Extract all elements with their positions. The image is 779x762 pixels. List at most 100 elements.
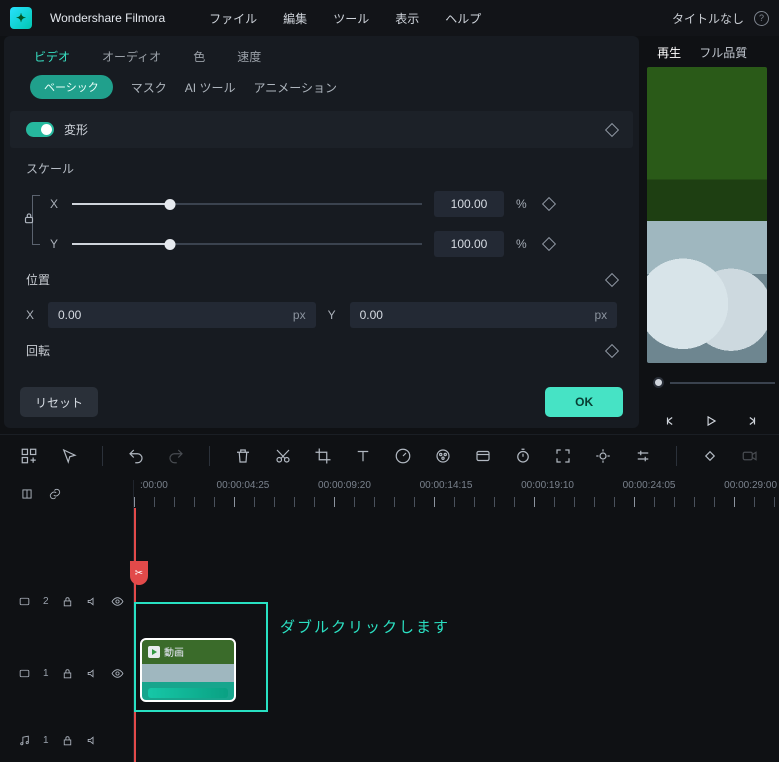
cut-icon[interactable] xyxy=(274,447,292,465)
ruler-t3: 00:00:14:15 xyxy=(420,480,473,491)
ok-button[interactable]: OK xyxy=(545,387,623,417)
ruler-t0: :00:00 xyxy=(140,480,168,491)
expand-icon[interactable] xyxy=(554,447,572,465)
lock-icon[interactable] xyxy=(61,667,74,680)
pos-x-value: 0.00 xyxy=(58,308,81,322)
px-unit: px xyxy=(595,308,608,322)
hint-text: ダブルクリックします xyxy=(280,616,450,637)
preview-tab-quality[interactable]: フル品質 xyxy=(699,44,747,61)
transform-label: 変形 xyxy=(64,121,88,138)
app-logo-icon: ✦ xyxy=(10,7,32,29)
next-frame-icon[interactable] xyxy=(744,414,758,428)
keyframe-toolbar-icon[interactable] xyxy=(701,447,719,465)
reset-button[interactable]: リセット xyxy=(20,387,98,417)
app-name: Wondershare Filmora xyxy=(50,11,165,25)
subtab-animation[interactable]: アニメーション xyxy=(253,79,337,96)
aspect-lock[interactable] xyxy=(26,191,40,249)
chroma-icon[interactable] xyxy=(594,447,612,465)
scale-y-slider[interactable] xyxy=(72,237,422,251)
ruler-t1: 00:00:04:25 xyxy=(217,480,270,491)
section-transform[interactable]: 変形 xyxy=(10,111,633,148)
track-body-a1[interactable] xyxy=(134,718,779,762)
keyframe-icon[interactable] xyxy=(542,197,556,211)
track-index: 2 xyxy=(43,596,49,607)
menu-edit[interactable]: 編集 xyxy=(283,10,307,27)
record-icon[interactable] xyxy=(741,447,759,465)
eye-icon[interactable] xyxy=(111,595,124,608)
transform-toggle[interactable] xyxy=(26,122,54,137)
subtab-mask[interactable]: マスク xyxy=(131,79,167,96)
tab-video[interactable]: ビデオ xyxy=(34,48,70,65)
mute-icon[interactable] xyxy=(86,595,99,608)
preview-video[interactable] xyxy=(647,67,767,363)
preview-tab-play[interactable]: 再生 xyxy=(657,44,681,61)
pos-y-input[interactable]: 0.00 px xyxy=(350,302,618,328)
tab-speed[interactable]: 速度 xyxy=(237,48,261,65)
track-head-v2[interactable]: 2 xyxy=(0,574,134,628)
clip-play-icon xyxy=(148,646,160,658)
timer-icon[interactable] xyxy=(514,447,532,465)
tab-color[interactable]: 色 xyxy=(193,48,205,65)
timeline-ruler[interactable]: :00:00 00:00:04:25 00:00:09:20 00:00:14:… xyxy=(134,480,779,508)
lock-icon[interactable] xyxy=(61,595,74,608)
link-icon[interactable] xyxy=(48,487,62,501)
keyframe-icon[interactable] xyxy=(605,122,619,136)
crop-icon[interactable] xyxy=(314,447,332,465)
delete-icon[interactable] xyxy=(234,447,252,465)
eye-icon[interactable] xyxy=(111,667,124,680)
menu-help[interactable]: ヘルプ xyxy=(445,10,481,27)
track-index: 1 xyxy=(43,735,49,746)
track-body-v2[interactable] xyxy=(134,574,779,628)
help-icon[interactable]: ? xyxy=(754,11,769,26)
pos-y-value: 0.00 xyxy=(360,308,383,322)
keyframe-icon[interactable] xyxy=(605,343,619,357)
menu-view[interactable]: 表示 xyxy=(395,10,419,27)
add-track-icon[interactable] xyxy=(20,447,38,465)
mute-icon[interactable] xyxy=(86,667,99,680)
scale-x-slider[interactable] xyxy=(72,197,422,211)
snap-icon[interactable] xyxy=(20,487,34,501)
scale-y-value[interactable]: 100.00 xyxy=(434,231,504,257)
play-icon[interactable] xyxy=(704,414,718,428)
track-index: 1 xyxy=(43,668,49,679)
track-body-v1[interactable]: 動画 xyxy=(134,628,779,718)
menu-file[interactable]: ファイル xyxy=(209,10,257,27)
speed-icon[interactable] xyxy=(394,447,412,465)
track-head-spacer xyxy=(0,508,134,574)
track-head-v1[interactable]: 1 xyxy=(0,628,134,718)
scale-x-value[interactable]: 100.00 xyxy=(434,191,504,217)
effects-icon[interactable] xyxy=(474,447,492,465)
prev-frame-icon[interactable] xyxy=(664,414,678,428)
adjust-icon[interactable] xyxy=(634,447,652,465)
keyframe-icon[interactable] xyxy=(605,272,619,286)
percent-unit: % xyxy=(516,237,532,251)
menu-tools[interactable]: ツール xyxy=(333,10,369,27)
seek-thumb-icon[interactable] xyxy=(653,377,664,388)
subtab-ai[interactable]: AI ツール xyxy=(185,79,236,96)
redo-icon[interactable] xyxy=(167,447,185,465)
subtab-basic[interactable]: ベーシック xyxy=(30,75,113,99)
undo-icon[interactable] xyxy=(127,447,145,465)
tab-audio[interactable]: オーディオ xyxy=(102,48,161,65)
preview-seek[interactable] xyxy=(647,377,775,388)
properties-panel: ビデオ オーディオ 色 速度 ベーシック マスク AI ツール アニメーション … xyxy=(4,36,639,428)
keyframe-icon[interactable] xyxy=(542,237,556,251)
scale-heading: スケール xyxy=(26,160,617,177)
pos-x-input[interactable]: 0.00 px xyxy=(48,302,316,328)
project-title: タイトルなし xyxy=(672,10,744,27)
primary-tabs: ビデオ オーディオ 色 速度 xyxy=(4,42,639,75)
pos-y-label: Y xyxy=(328,308,338,322)
timeline-toolbar xyxy=(0,434,779,476)
pos-x-label: X xyxy=(26,308,36,322)
track-head-a1[interactable]: 1 xyxy=(0,718,134,762)
px-unit: px xyxy=(293,308,306,322)
pointer-icon[interactable] xyxy=(60,447,78,465)
video-clip[interactable]: 動画 xyxy=(140,638,236,702)
mute-icon[interactable] xyxy=(86,734,99,747)
lock-icon[interactable] xyxy=(61,734,74,747)
text-icon[interactable] xyxy=(354,447,372,465)
scale-x-label: X xyxy=(50,197,60,211)
secondary-tabs: ベーシック マスク AI ツール アニメーション xyxy=(4,75,639,111)
ruler-t2: 00:00:09:20 xyxy=(318,480,371,491)
color-icon[interactable] xyxy=(434,447,452,465)
